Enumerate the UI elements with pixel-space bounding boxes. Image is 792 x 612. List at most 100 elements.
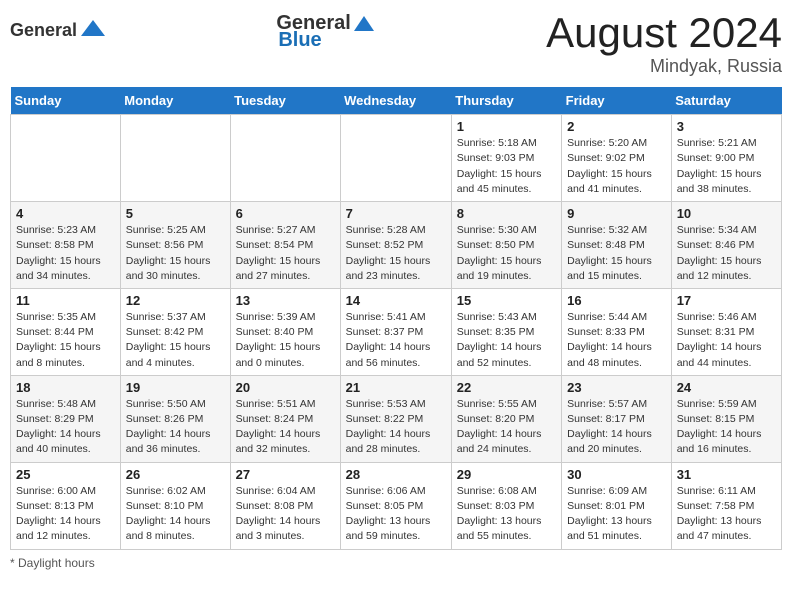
table-row — [340, 115, 451, 202]
cell-date: 14 — [346, 293, 446, 308]
cell-date: 19 — [126, 380, 225, 395]
cell-info: Sunrise: 5:27 AM Sunset: 8:54 PM Dayligh… — [236, 223, 335, 284]
table-row: 16Sunrise: 5:44 AM Sunset: 8:33 PM Dayli… — [562, 288, 672, 375]
cell-info: Sunrise: 6:09 AM Sunset: 8:01 PM Dayligh… — [567, 484, 666, 545]
cell-info: Sunrise: 5:25 AM Sunset: 8:56 PM Dayligh… — [126, 223, 225, 284]
cell-date: 17 — [677, 293, 776, 308]
logo: General — [10, 16, 107, 44]
location-title: Mindyak, Russia — [546, 56, 782, 77]
footer-note: * Daylight hours — [10, 556, 782, 570]
cell-date: 29 — [457, 467, 556, 482]
logo-icon — [79, 16, 107, 44]
col-tuesday: Tuesday — [230, 87, 340, 115]
cell-date: 28 — [346, 467, 446, 482]
table-row: 31Sunrise: 6:11 AM Sunset: 7:58 PM Dayli… — [671, 462, 781, 549]
cell-info: Sunrise: 5:43 AM Sunset: 8:35 PM Dayligh… — [457, 310, 556, 371]
table-row: 10 Sunrise: 5:34 AM Sunset: 8:46 PM Dayli… — [671, 202, 781, 289]
table-row: 18Sunrise: 5:48 AM Sunset: 8:29 PM Dayli… — [11, 375, 121, 462]
col-wednesday: Wednesday — [340, 87, 451, 115]
calendar-week-row: 25Sunrise: 6:00 AM Sunset: 8:13 PM Dayli… — [11, 462, 782, 549]
cell-date: 20 — [236, 380, 335, 395]
table-row: 24Sunrise: 5:59 AM Sunset: 8:15 PM Dayli… — [671, 375, 781, 462]
table-row: 9 Sunrise: 5:32 AM Sunset: 8:48 PM Daylig… — [562, 202, 672, 289]
cell-date: 4 — [16, 206, 115, 221]
cell-date: 8 — [457, 206, 556, 221]
cell-date: 21 — [346, 380, 446, 395]
table-row: 21Sunrise: 5:53 AM Sunset: 8:22 PM Dayli… — [340, 375, 451, 462]
cell-date: 9 — [567, 206, 666, 221]
cell-date: 2 — [567, 119, 666, 134]
table-row: 23 Sunrise: 5:57 AM Sunset: 8:17 PM Dayli… — [562, 375, 672, 462]
cell-info: Sunrise: 6:08 AM Sunset: 8:03 PM Dayligh… — [457, 484, 556, 545]
cell-date: 6 — [236, 206, 335, 221]
header: General General Blue August 2024 Mindyak… — [10, 10, 782, 77]
table-row: 6 Sunrise: 5:27 AM Sunset: 8:54 PM Daylig… — [230, 202, 340, 289]
table-row: 19Sunrise: 5:50 AM Sunset: 8:26 PM Dayli… — [120, 375, 230, 462]
cell-date: 31 — [677, 467, 776, 482]
table-row: 17 Sunrise: 5:46 AM Sunset: 8:31 PM Dayli… — [671, 288, 781, 375]
cell-info: Sunrise: 5:20 AM Sunset: 9:02 PM Dayligh… — [567, 136, 666, 197]
cell-date: 27 — [236, 467, 335, 482]
title-area: August 2024 Mindyak, Russia — [546, 10, 782, 77]
cell-info: Sunrise: 6:04 AM Sunset: 8:08 PM Dayligh… — [236, 484, 335, 545]
cell-date: 3 — [677, 119, 776, 134]
cell-info: Sunrise: 5:35 AM Sunset: 8:44 PM Dayligh… — [16, 310, 115, 371]
table-row — [11, 115, 121, 202]
cell-info: Sunrise: 5:34 AM Sunset: 8:46 PM Dayligh… — [677, 223, 776, 284]
cell-info: Sunrise: 5:23 AM Sunset: 8:58 PM Dayligh… — [16, 223, 115, 284]
table-row: 14 Sunrise: 5:41 AM Sunset: 8:37 PM Dayli… — [340, 288, 451, 375]
calendar-week-row: 11 Sunrise: 5:35 AM Sunset: 8:44 PM Dayli… — [11, 288, 782, 375]
cell-date: 12 — [126, 293, 225, 308]
table-row: 25Sunrise: 6:00 AM Sunset: 8:13 PM Dayli… — [11, 462, 121, 549]
calendar-table: Sunday Monday Tuesday Wednesday Thursday… — [10, 87, 782, 549]
cell-info: Sunrise: 5:51 AM Sunset: 8:24 PM Dayligh… — [236, 397, 335, 458]
col-friday: Friday — [562, 87, 672, 115]
month-title: August 2024 — [546, 10, 782, 56]
cell-date: 23 — [567, 380, 666, 395]
table-row: 11 Sunrise: 5:35 AM Sunset: 8:44 PM Dayli… — [11, 288, 121, 375]
col-sunday: Sunday — [11, 87, 121, 115]
cell-date: 15 — [457, 293, 556, 308]
logo-triangle-icon — [353, 13, 375, 35]
calendar-week-row: 4 Sunrise: 5:23 AM Sunset: 8:58 PM Daylig… — [11, 202, 782, 289]
table-row: 22 Sunrise: 5:55 AM Sunset: 8:20 PM Dayli… — [451, 375, 561, 462]
cell-date: 25 — [16, 467, 115, 482]
cell-info: Sunrise: 5:46 AM Sunset: 8:31 PM Dayligh… — [677, 310, 776, 371]
table-row: 15 Sunrise: 5:43 AM Sunset: 8:35 PM Dayli… — [451, 288, 561, 375]
daylight-label: Daylight hours — [18, 556, 95, 570]
cell-info: Sunrise: 5:28 AM Sunset: 8:52 PM Dayligh… — [346, 223, 446, 284]
col-saturday: Saturday — [671, 87, 781, 115]
table-row: 29 Sunrise: 6:08 AM Sunset: 8:03 PM Dayli… — [451, 462, 561, 549]
cell-info: Sunrise: 5:39 AM Sunset: 8:40 PM Dayligh… — [236, 310, 335, 371]
cell-date: 10 — [677, 206, 776, 221]
cell-date: 24 — [677, 380, 776, 395]
cell-info: Sunrise: 5:55 AM Sunset: 8:20 PM Dayligh… — [457, 397, 556, 458]
cell-info: Sunrise: 5:30 AM Sunset: 8:50 PM Dayligh… — [457, 223, 556, 284]
table-row: 3 Sunrise: 5:21 AM Sunset: 9:00 PM Daylig… — [671, 115, 781, 202]
table-row: 20 Sunrise: 5:51 AM Sunset: 8:24 PM Dayli… — [230, 375, 340, 462]
cell-info: Sunrise: 5:18 AM Sunset: 9:03 PM Dayligh… — [457, 136, 556, 197]
table-row: 2 Sunrise: 5:20 AM Sunset: 9:02 PM Daylig… — [562, 115, 672, 202]
cell-info: Sunrise: 5:41 AM Sunset: 8:37 PM Dayligh… — [346, 310, 446, 371]
cell-date: 11 — [16, 293, 115, 308]
cell-date: 18 — [16, 380, 115, 395]
col-monday: Monday — [120, 87, 230, 115]
cell-date: 26 — [126, 467, 225, 482]
cell-info: Sunrise: 5:32 AM Sunset: 8:48 PM Dayligh… — [567, 223, 666, 284]
cell-info: Sunrise: 5:57 AM Sunset: 8:17 PM Dayligh… — [567, 397, 666, 458]
table-row: 7 Sunrise: 5:28 AM Sunset: 8:52 PM Daylig… — [340, 202, 451, 289]
table-row: 4 Sunrise: 5:23 AM Sunset: 8:58 PM Daylig… — [11, 202, 121, 289]
col-thursday: Thursday — [451, 87, 561, 115]
table-row: 30 Sunrise: 6:09 AM Sunset: 8:01 PM Dayli… — [562, 462, 672, 549]
cell-info: Sunrise: 5:37 AM Sunset: 8:42 PM Dayligh… — [126, 310, 225, 371]
cell-date: 30 — [567, 467, 666, 482]
table-row: 27 Sunrise: 6:04 AM Sunset: 8:08 PM Dayli… — [230, 462, 340, 549]
cell-info: Sunrise: 5:21 AM Sunset: 9:00 PM Dayligh… — [677, 136, 776, 197]
calendar-week-row: 18Sunrise: 5:48 AM Sunset: 8:29 PM Dayli… — [11, 375, 782, 462]
table-row: 8 Sunrise: 5:30 AM Sunset: 8:50 PM Daylig… — [451, 202, 561, 289]
table-row: 12 Sunrise: 5:37 AM Sunset: 8:42 PM Dayli… — [120, 288, 230, 375]
cell-date: 16 — [567, 293, 666, 308]
calendar-week-row: 1Sunrise: 5:18 AM Sunset: 9:03 PM Daylig… — [11, 115, 782, 202]
cell-date: 7 — [346, 206, 446, 221]
cell-date: 22 — [457, 380, 556, 395]
